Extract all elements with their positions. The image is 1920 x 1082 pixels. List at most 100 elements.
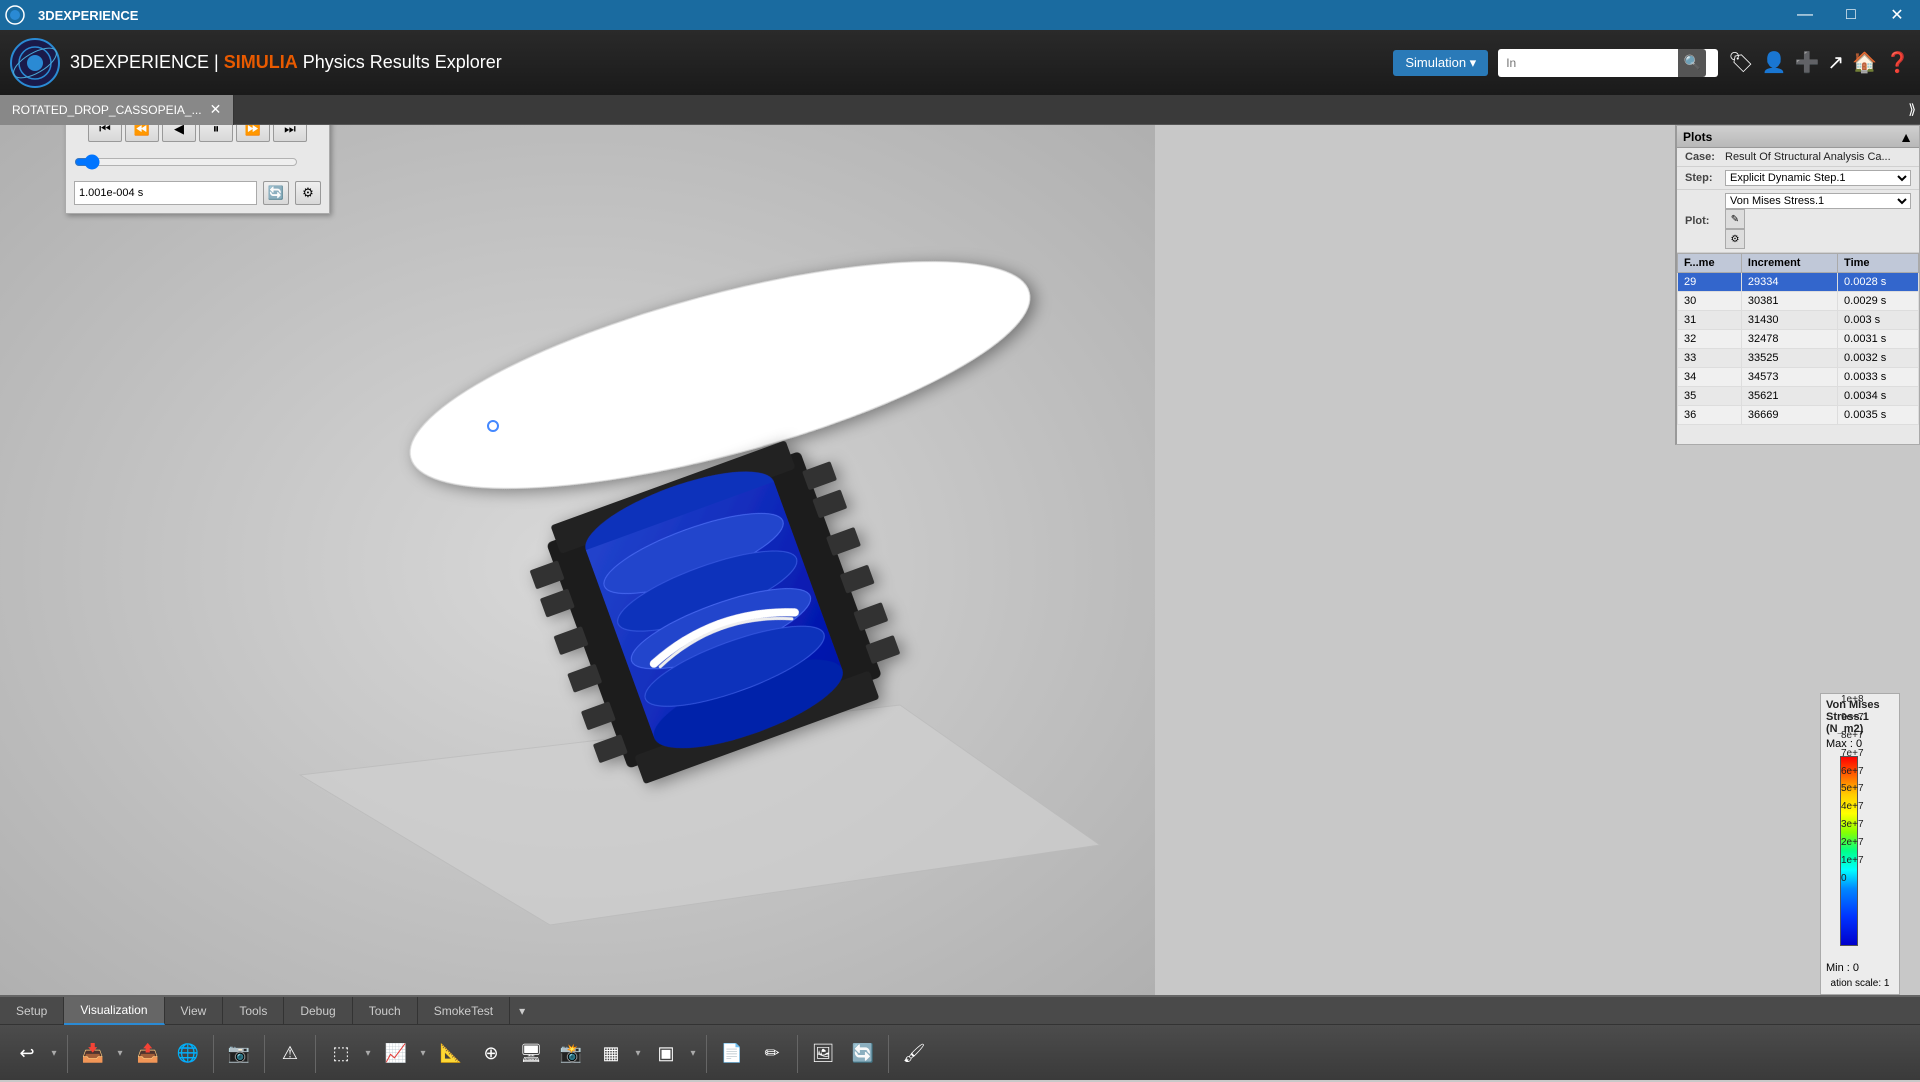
plots-case-value: Result Of Structural Analysis Ca... [1725,151,1911,163]
probe-button[interactable]: ⊕ [472,1035,510,1073]
layout-button[interactable]: ▣ [647,1035,685,1073]
photo-button[interactable]: 📷 [220,1035,258,1073]
import-arrow[interactable]: ▾ [113,1035,127,1073]
chart-arrow[interactable]: ▾ [416,1035,430,1073]
legend-value-2: 8e+7 [1841,730,1864,741]
titlebar-controls[interactable]: — □ ✕ [1782,0,1920,30]
plots-plot-select[interactable]: Von Mises Stress.1 [1725,193,1911,209]
grid-group: ▦ ▾ [592,1035,645,1073]
maximize-button[interactable]: □ [1828,0,1874,30]
plots-table-header-frame[interactable]: F...me [1678,254,1742,273]
brush-button[interactable]: 🖌 [895,1035,933,1073]
plots-edit-button[interactable]: ✎ [1725,209,1745,229]
bottom-icons-bar: ↩ ▾ 📥 ▾ 📤 🌐 📷 ⚠ ⬚ ▾ 📈 ▾ 📐 ⊕ 🖥 📸 ▦ ▾ [0,1025,1920,1082]
close-button[interactable]: ✕ [1874,0,1920,30]
play-refresh-button[interactable]: 🔄 [263,181,289,205]
tab-close-button[interactable]: ✕ [210,101,222,118]
play-progress-slider[interactable] [74,154,298,170]
simulation-dropdown-button[interactable]: Simulation ▾ [1393,50,1488,76]
capture-button[interactable]: 📸 [552,1035,590,1073]
plots-table-header-increment[interactable]: Increment [1741,254,1837,273]
plots-step-value-container: Explicit Dynamic Step.1 [1725,170,1911,186]
plots-table-container[interactable]: F...me Increment Time 29 29334 0.0028 s … [1677,253,1919,463]
measure-button[interactable]: 📐 [432,1035,470,1073]
bottom-more-button[interactable]: ▾ [510,997,534,1025]
import-button[interactable]: 📥 [74,1035,112,1073]
titlebar: 3DEXPERIENCE — □ ✕ [0,0,1920,30]
chart-button[interactable]: 📈 [377,1035,415,1073]
import-group: 📥 ▾ [74,1035,127,1073]
bottom-tab-visualization[interactable]: Visualization [64,997,164,1025]
table-cell-time: 0.003 s [1838,311,1919,330]
plots-case-row: Case: Result Of Structural Analysis Ca..… [1677,148,1919,167]
earth-button[interactable]: 🌐 [169,1035,207,1073]
select-arrow[interactable]: ▾ [361,1035,375,1073]
plots-step-row: Step: Explicit Dynamic Step.1 [1677,167,1919,190]
warning-button[interactable]: ⚠ [271,1035,309,1073]
bottom-tab-debug[interactable]: Debug [284,997,352,1025]
plots-plot-label: Plot: [1685,215,1725,227]
bottom-tab-touch[interactable]: Touch [353,997,418,1025]
search-button[interactable]: 🔍 [1678,49,1706,77]
app-title: 3DEXPERIENCE | SIMULIA Physics Results E… [70,52,1393,73]
grid-arrow[interactable]: ▾ [631,1035,645,1073]
bottom-tab-setup[interactable]: Setup [0,997,64,1025]
table-cell-time: 0.0033 s [1838,368,1919,387]
doc-button[interactable]: 📄 [713,1035,751,1073]
plots-table: F...me Increment Time 29 29334 0.0028 s … [1677,253,1919,425]
table-cell-frame: 30 [1678,292,1742,311]
search-input[interactable] [1498,56,1678,70]
plots-panel-title: Plots [1683,130,1899,144]
image-button[interactable]: 🖼 [804,1035,842,1073]
home-icon[interactable]: 🏠 [1852,50,1877,75]
select-button[interactable]: ⬚ [322,1035,360,1073]
bottom-tab-tools[interactable]: Tools [223,997,284,1025]
layout-arrow[interactable]: ▾ [686,1035,700,1073]
plots-toggle-button[interactable]: ▲ [1899,129,1913,145]
bottom-tab-visualization-label: Visualization [80,1003,147,1017]
plots-settings-button[interactable]: ⚙ [1725,229,1745,249]
user-icon[interactable]: 👤 [1762,50,1787,75]
table-cell-time: 0.0032 s [1838,349,1919,368]
play-settings-button[interactable]: ⚙ [295,181,321,205]
table-row[interactable]: 36 36669 0.0035 s [1678,406,1919,425]
separator-3 [264,1035,265,1073]
table-cell-increment: 30381 [1741,292,1837,311]
table-row[interactable]: 30 30381 0.0029 s [1678,292,1919,311]
table-row[interactable]: 33 33525 0.0032 s [1678,349,1919,368]
add-icon[interactable]: ➕ [1795,50,1820,75]
undo-arrow[interactable]: ▾ [47,1035,61,1073]
table-cell-frame: 35 [1678,387,1742,406]
grid-button[interactable]: ▦ [592,1035,630,1073]
transfer-button[interactable]: 🔄 [844,1035,882,1073]
tag-icon[interactable]: 🏷 [1728,50,1753,75]
plots-table-header-time[interactable]: Time [1838,254,1919,273]
table-row[interactable]: 32 32478 0.0031 s [1678,330,1919,349]
table-row[interactable]: 29 29334 0.0028 s [1678,273,1919,292]
legend-value-5: 5e+7 [1841,783,1864,794]
app-title-brand: SIMULIA [224,52,298,72]
bottom-tab-smoketest[interactable]: SmokeTest [418,997,510,1025]
bottom-tab-view-label: View [181,1004,207,1018]
color-legend: Von Mises Stress.1 (N_m2) Max : 0 1e+8 9… [1820,693,1900,995]
share-icon[interactable]: ↗ [1827,50,1844,75]
bottom-tab-view[interactable]: View [165,997,224,1025]
tab-expand-button[interactable]: ⟫ [1908,101,1916,118]
help-icon[interactable]: ❓ [1885,50,1910,75]
tab-rotated-drop[interactable]: ROTATED_DROP_CASSOPEIA_... ✕ [0,95,234,125]
plots-step-select[interactable]: Explicit Dynamic Step.1 [1725,170,1911,186]
table-row[interactable]: 31 31430 0.003 s [1678,311,1919,330]
minimize-button[interactable]: — [1782,0,1828,30]
app-logo [0,0,30,30]
bottom-tab-tools-label: Tools [239,1004,267,1018]
undo-button[interactable]: ↩ [8,1035,46,1073]
scene-container[interactable] [0,125,1155,1005]
play-slider[interactable] [66,150,306,177]
display-button[interactable]: 🖥 [512,1035,550,1073]
pen-button[interactable]: ✏ [753,1035,791,1073]
export-button[interactable]: 📤 [129,1035,167,1073]
play-time-input[interactable]: 1.001e-004 s [74,181,257,205]
table-row[interactable]: 34 34573 0.0033 s [1678,368,1919,387]
table-cell-increment: 32478 [1741,330,1837,349]
table-row[interactable]: 35 35621 0.0034 s [1678,387,1919,406]
